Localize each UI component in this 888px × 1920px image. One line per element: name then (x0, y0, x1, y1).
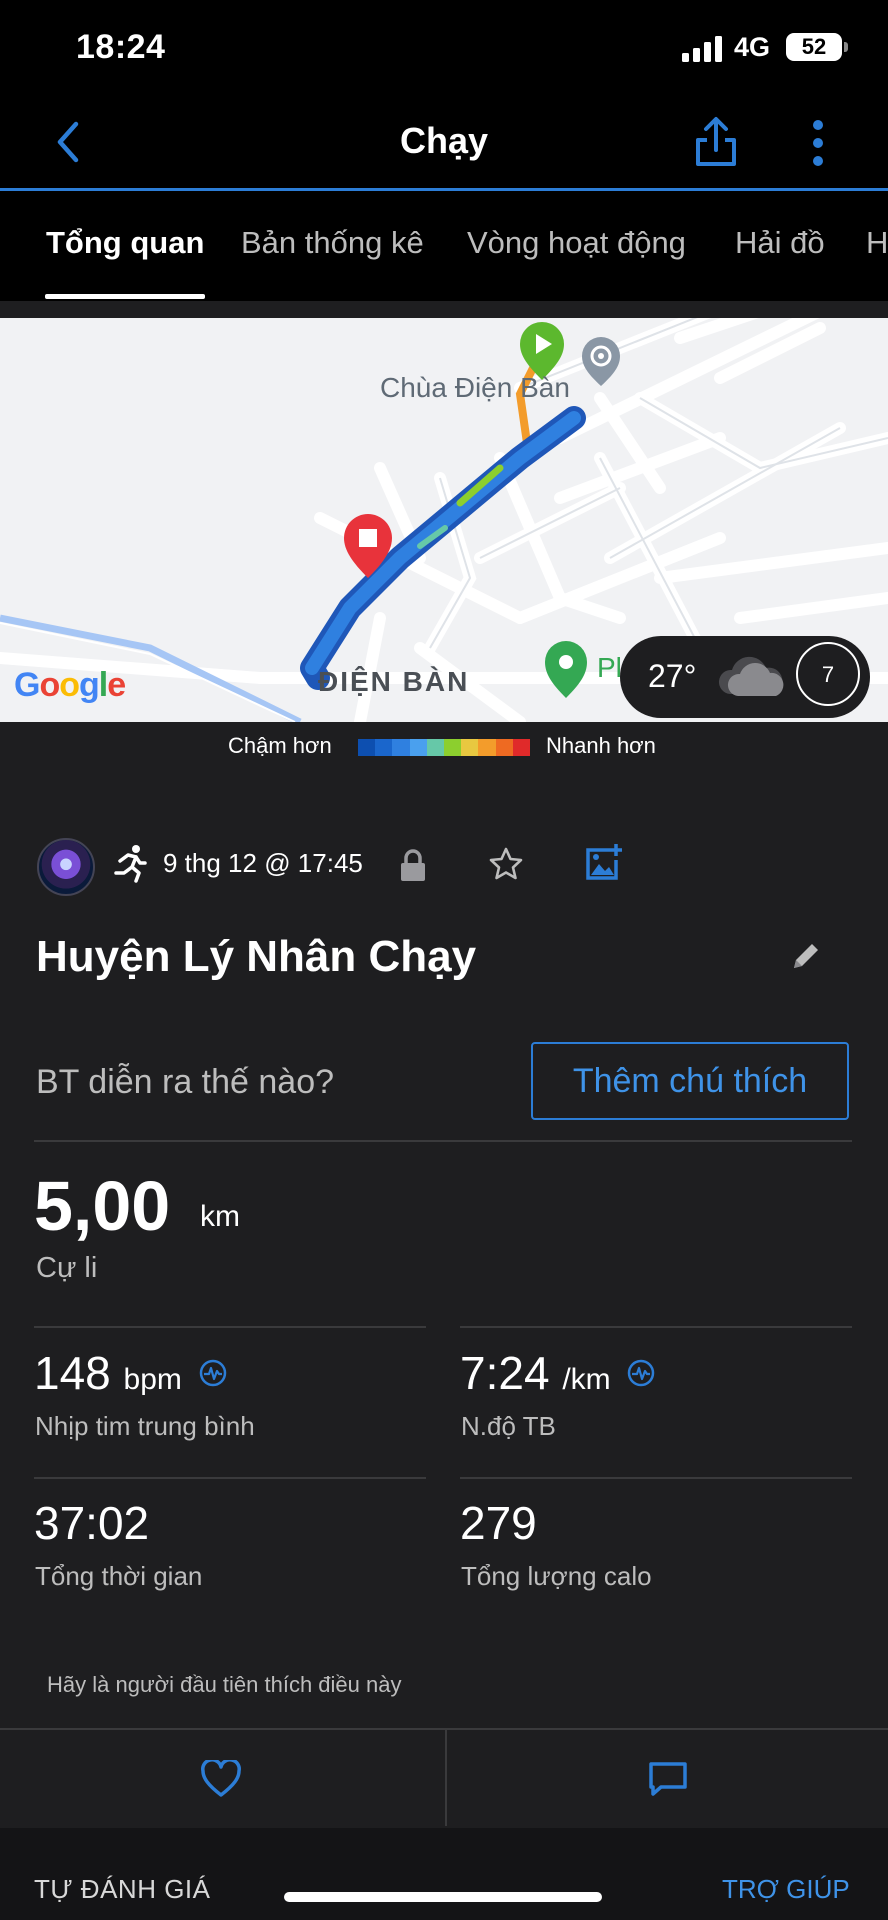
cloud-icon (718, 656, 784, 696)
comment-icon (649, 1762, 687, 1796)
pace-sensor-icon (627, 1359, 655, 1387)
map-label-poi: Pl (597, 652, 622, 683)
page-title: Chạy (399, 120, 489, 161)
legend-color-swatch (495, 739, 513, 756)
active-tab-indicator (45, 294, 205, 299)
help-link[interactable]: TRỢ GIÚP (722, 1874, 850, 1905)
heart-icon (201, 1760, 241, 1797)
wind-indicator: 7 (796, 642, 860, 706)
distance-value: 5,00 (34, 1167, 171, 1245)
divider (460, 1326, 852, 1328)
status-time: 18:24 (76, 28, 166, 66)
lock-icon[interactable] (398, 848, 428, 882)
avatar[interactable] (37, 838, 95, 896)
divider (460, 1477, 852, 1479)
running-icon (114, 845, 147, 883)
pace-legend-bar (358, 739, 531, 756)
avg-heart-rate: 148 bpm (34, 1346, 182, 1400)
network-type: 4G (734, 32, 771, 62)
comment-button[interactable] (445, 1730, 888, 1826)
star-icon[interactable] (488, 846, 524, 882)
heart-rate-sensor-icon (199, 1359, 227, 1387)
tab-next-partial[interactable]: H (866, 225, 888, 261)
legend-color-swatch (512, 739, 531, 756)
tab-stats[interactable]: Bản thống kê (241, 225, 424, 261)
legend-color-swatch (375, 739, 393, 756)
calories-value: 279 (460, 1497, 537, 1549)
activity-name: Huyện Lý Nhân Chạy (36, 932, 477, 981)
weather-temperature: 27° (648, 658, 697, 694)
map-label-area: ĐIỆN BÀN (318, 666, 470, 697)
legend-color-swatch (409, 739, 427, 756)
legend-color-swatch (461, 739, 479, 756)
tab-laps[interactable]: Vòng hoạt động (467, 225, 686, 261)
legend-fast-label: Nhanh hơn (546, 733, 656, 758)
like-button[interactable] (0, 1730, 443, 1826)
divider (34, 1140, 852, 1142)
activity-datetime: 9 thg 12 @ 17:45 (163, 848, 363, 878)
signal-icon (682, 36, 722, 62)
home-indicator (284, 1892, 602, 1902)
pace-value: 7:24 (460, 1347, 550, 1399)
edit-pencil-icon[interactable] (790, 940, 820, 972)
battery-indicator: 52 (786, 33, 848, 61)
weather-pill[interactable]: 27° 7 (620, 636, 870, 718)
total-time-label: Tổng thời gian (35, 1561, 203, 1591)
legend-color-swatch (426, 739, 445, 756)
legend-color-swatch (444, 739, 462, 756)
total-time-value: 37:02 (34, 1497, 150, 1549)
tab-overview[interactable]: Tổng quan (46, 225, 204, 261)
legend-color-swatch (358, 739, 376, 756)
temple-icon (582, 337, 620, 386)
more-options-icon[interactable] (806, 118, 830, 168)
pace-unit: /km (562, 1363, 611, 1396)
legend-color-swatch (478, 739, 496, 756)
divider (34, 1477, 426, 1479)
heart-rate-unit: bpm (123, 1363, 182, 1396)
route-map[interactable]: Chùa Điện Bàn ĐIỆN BÀN Pl Google 27° 7 (0, 318, 888, 722)
add-photo-icon[interactable] (584, 842, 622, 882)
heart-rate-label: Nhịp tim trung bình (35, 1411, 255, 1441)
distance-unit: km (200, 1200, 240, 1233)
divider (34, 1326, 426, 1328)
share-icon[interactable] (692, 116, 740, 168)
heart-rate-value: 148 (34, 1347, 111, 1399)
calories-label: Tổng lượng calo (461, 1561, 652, 1591)
place-marker-icon (545, 641, 587, 698)
google-logo: Google (14, 666, 126, 704)
add-note-button[interactable]: Thêm chú thích (531, 1042, 849, 1120)
legend-slow-label: Chậm hơn (228, 733, 332, 758)
legend-color-swatch (392, 739, 410, 756)
avg-pace: 7:24 /km (460, 1346, 611, 1400)
map-label-temple: Chùa Điện Bàn (380, 372, 570, 403)
tab-bar: Tổng quan Bản thống kê Vòng hoạt động Hả… (0, 191, 888, 301)
pace-label: N.độ TB (461, 1411, 556, 1441)
feedback-prompt: BT diễn ra thế nào? (36, 1063, 335, 1101)
self-evaluation-heading: TỰ ĐÁNH GIÁ (34, 1874, 211, 1904)
tab-map[interactable]: Hải đồ (735, 225, 825, 261)
distance-label: Cự li (36, 1252, 98, 1284)
likes-text: Hãy là người đầu tiên thích điều này (47, 1672, 402, 1697)
